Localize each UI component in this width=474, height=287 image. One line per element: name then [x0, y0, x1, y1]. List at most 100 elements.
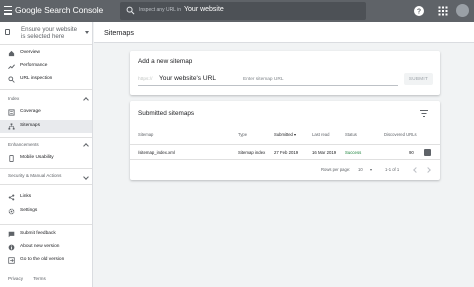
- home-icon: [8, 50, 15, 57]
- help-icon[interactable]: ?: [412, 4, 426, 18]
- gear-icon: [8, 208, 15, 215]
- divider: [0, 184, 92, 185]
- trending-up-icon: [8, 64, 15, 70]
- info-icon: [8, 244, 15, 251]
- chevron-down-icon[interactable]: [83, 174, 89, 180]
- cell-sitemap: /sitemap_index.xml: [138, 150, 175, 155]
- sidebar-item-label: Sitemaps: [20, 123, 40, 128]
- sitemap-url-value[interactable]: Your website's URL: [159, 75, 216, 82]
- rows-per-page-select[interactable]: 10: [358, 167, 363, 172]
- column-header-type[interactable]: Type: [238, 132, 247, 137]
- section-index: Index: [8, 96, 20, 101]
- property-icon: [5, 29, 10, 35]
- divider: [0, 137, 92, 138]
- table-row[interactable]: /sitemap_index.xml Sitemap index 27 Feb …: [130, 144, 440, 160]
- column-header-last-read[interactable]: Last read: [312, 132, 329, 137]
- property-selector[interactable]: Ensure your website is selected here: [2, 24, 90, 42]
- divider: [0, 89, 92, 90]
- sidebar-item-label: Submit feedback: [20, 231, 56, 236]
- sidebar-item-mobile-usability[interactable]: Mobile Usability: [0, 152, 92, 165]
- filter-icon[interactable]: [420, 110, 428, 117]
- sidebar-item-submit-feedback[interactable]: Submit feedback: [0, 228, 92, 241]
- column-header-sitemap[interactable]: Sitemap: [138, 132, 153, 137]
- svg-text:?: ?: [417, 8, 421, 15]
- sidebar-item-sitemaps[interactable]: Sitemaps: [0, 120, 92, 133]
- divider: [0, 168, 92, 169]
- sidebar-item-coverage[interactable]: Coverage: [0, 106, 92, 119]
- sidebar-item-old-version[interactable]: Go to the old version: [0, 254, 92, 267]
- column-header-label: Submitted: [274, 132, 293, 137]
- sidebar-item-url-inspection[interactable]: URL inspection: [0, 73, 92, 86]
- privacy-link[interactable]: Privacy: [8, 276, 23, 281]
- chevron-down-icon: [85, 31, 89, 34]
- section-security: Security & Manual Actions: [8, 173, 62, 178]
- sidebar-item-links[interactable]: Links: [0, 191, 92, 204]
- phone-icon: [9, 155, 14, 162]
- sidebar-item-label: Go to the old version: [20, 257, 65, 262]
- sitemap-url-input[interactable]: Enter sitemap URL: [243, 77, 284, 82]
- links-icon: [8, 194, 15, 201]
- avatar[interactable]: [456, 4, 469, 17]
- next-page-icon[interactable]: [425, 167, 431, 173]
- column-header-submitted[interactable]: Submitted: [274, 132, 296, 137]
- sidebar-item-label: Coverage: [20, 109, 41, 114]
- coverage-icon: [8, 109, 15, 116]
- app-title[interactable]: Google Search Console: [15, 5, 103, 15]
- search-icon: [8, 76, 15, 83]
- sidebar-item-performance[interactable]: Performance: [0, 60, 92, 73]
- chevron-up-icon[interactable]: [83, 97, 89, 103]
- sidebar-item-label: Overview: [20, 50, 40, 55]
- divider: [0, 44, 92, 45]
- sidebar-item-about-new-version[interactable]: About new version: [0, 241, 92, 254]
- column-header-discovered-urls[interactable]: Discovered URLs: [384, 132, 417, 137]
- section-enhancements: Enhancements: [8, 142, 39, 147]
- cell-type: Sitemap index: [238, 150, 266, 155]
- pagination-range: 1-1 of 1: [385, 167, 400, 172]
- table-pagination: Rows per page: 10 1-1 of 1: [130, 166, 440, 176]
- column-header-status[interactable]: Status: [345, 132, 357, 137]
- sidebar-item-overview[interactable]: Overview: [0, 47, 92, 60]
- sidebar-item-label: About new version: [20, 244, 60, 249]
- footer-links: Privacy Terms: [8, 276, 55, 281]
- top-bar: Google Search Console Inspect any URL in…: [0, 0, 474, 22]
- add-sitemap-title: Add a new sitemap: [138, 58, 193, 65]
- sidebar-item-label: Links: [20, 194, 32, 199]
- rows-per-page-label: Rows per page:: [321, 167, 351, 172]
- sidebar-item-label: Settings: [20, 208, 38, 213]
- cell-status: Success: [345, 150, 362, 155]
- search-placeholder: Inspect any URL in: [139, 7, 182, 13]
- divider: [0, 224, 92, 225]
- page-header: Sitemaps: [94, 22, 474, 43]
- previous-page-icon[interactable]: [413, 167, 419, 173]
- cell-discovered-urls: 90: [409, 150, 414, 155]
- sidebar-item-label: Mobile Usability: [20, 155, 54, 160]
- search-value: Your website: [184, 6, 224, 13]
- menu-icon[interactable]: [4, 6, 12, 15]
- url-inspection-search[interactable]: Inspect any URL in Your website: [120, 2, 366, 20]
- sort-arrow-icon: [293, 133, 296, 136]
- submitted-sitemaps-card: Submitted sitemaps Sitemap Type Submitte…: [130, 101, 440, 180]
- exit-icon: [8, 257, 15, 264]
- cell-last-read: 16 Mar 2019: [312, 150, 337, 155]
- bar-chart-icon[interactable]: [424, 149, 431, 156]
- sidebar-item-label: Performance: [20, 63, 48, 68]
- property-label: Ensure your website is selected here: [21, 26, 78, 40]
- sitemap-url-prefix: https://: [138, 77, 153, 82]
- table-header: Sitemap Type Submitted Last read Status …: [130, 130, 440, 140]
- add-sitemap-card: Add a new sitemap https:// Your website'…: [130, 51, 440, 95]
- feedback-icon: [8, 231, 15, 238]
- search-icon: [126, 6, 135, 15]
- input-underline: [138, 85, 398, 86]
- apps-grid-icon[interactable]: [436, 4, 450, 18]
- submitted-sitemaps-title: Submitted sitemaps: [138, 110, 195, 117]
- chevron-up-icon[interactable]: [83, 143, 89, 149]
- submit-button[interactable]: SUBMIT: [404, 73, 433, 85]
- chevron-down-icon: [370, 169, 372, 171]
- sidebar-item-label: URL inspection: [20, 76, 53, 81]
- terms-link[interactable]: Terms: [33, 276, 46, 281]
- cell-submitted: 27 Feb 2019: [274, 150, 299, 155]
- page-title: Sitemaps: [104, 28, 134, 37]
- sitemaps-icon: [8, 123, 15, 130]
- sidebar: Ensure your website is selected here Ove…: [0, 22, 93, 287]
- sidebar-item-settings[interactable]: Settings: [0, 205, 92, 218]
